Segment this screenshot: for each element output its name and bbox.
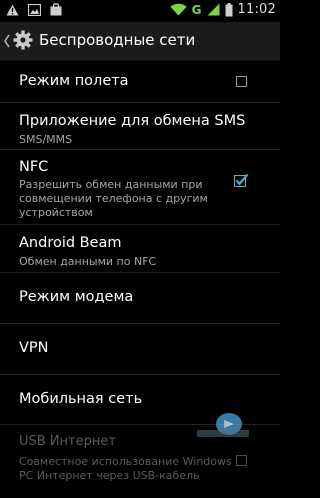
tethering-item[interactable]: Режим модема: [0, 273, 280, 324]
item-title: NFC: [19, 159, 49, 175]
wifi-icon: [169, 3, 187, 16]
item-summary: Обмен данными по NFC: [19, 255, 157, 268]
item-title: Мобильная сеть: [19, 391, 143, 407]
battery-icon: [225, 2, 233, 16]
item-title: VPN: [19, 340, 49, 356]
item-summary: Совместное использование Windows PC Инте…: [19, 455, 232, 482]
item-title: USB Интернет: [19, 434, 116, 449]
image-icon: [28, 3, 41, 16]
nfc-checkbox[interactable]: [234, 173, 249, 188]
signal-icon: [207, 3, 220, 16]
item-summary: Разрешить обмен данными при совмещении т…: [19, 178, 208, 219]
bag-icon: [50, 3, 62, 16]
warning-icon: [6, 4, 19, 15]
android-beam-item[interactable]: Android Beam Обмен данными по NFC: [0, 225, 280, 273]
vpn-item[interactable]: VPN: [0, 324, 280, 375]
airplane-mode-checkbox[interactable]: [236, 76, 247, 87]
nfc-item[interactable]: NFC Разрешить обмен данными при совмещен…: [0, 150, 280, 225]
usb-internet-checkbox: [236, 455, 247, 466]
item-title: Приложение для обмена SMS: [19, 113, 246, 129]
watermark-logo: [197, 413, 249, 437]
item-title: Режим полета: [19, 73, 129, 89]
clock: 11:02: [237, 2, 276, 17]
airplane-mode-item[interactable]: Режим полета: [0, 60, 280, 103]
sms-app-item[interactable]: Приложение для обмена SMS SMS/MMS: [0, 103, 280, 150]
item-summary: SMS/MMS: [19, 133, 73, 146]
page-title: Беспроводные сети: [39, 31, 196, 49]
action-bar: Беспроводные сети: [0, 22, 280, 61]
item-title: Режим модема: [19, 289, 134, 305]
status-bar: G 11:02: [0, 0, 280, 22]
item-title: Android Beam: [19, 235, 122, 251]
settings-gear-icon[interactable]: [11, 28, 35, 52]
network-type-label: G: [191, 2, 202, 17]
